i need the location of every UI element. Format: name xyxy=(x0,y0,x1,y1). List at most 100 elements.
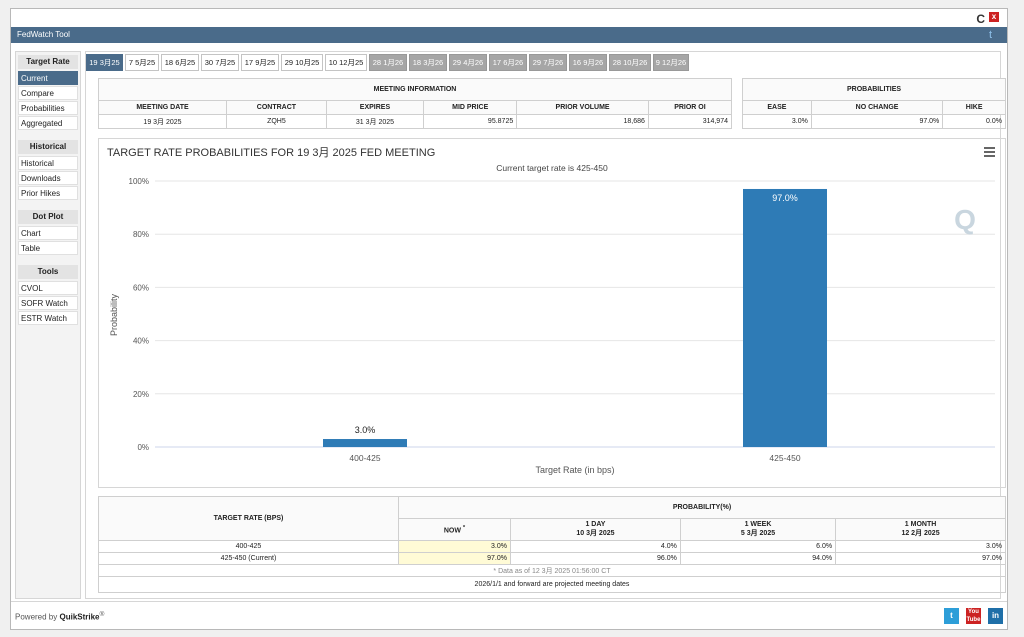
app-title: FedWatch Tool xyxy=(17,30,70,39)
refresh-icon[interactable]: C xyxy=(976,12,985,26)
tab-meeting[interactable]: 29 7月26 xyxy=(529,54,567,71)
projected-note: 2026/1/1 and forward are projected meeti… xyxy=(98,576,1006,593)
x-tick-label: 400-425 xyxy=(349,453,380,463)
meeting-info-header: MEETING INFORMATION xyxy=(98,78,732,101)
x-axis-label: Target Rate (in bps) xyxy=(535,465,614,475)
now-cell: 3.0% xyxy=(398,540,511,553)
y-tick-label: 40% xyxy=(133,337,149,346)
sidebar-item-table[interactable]: Table xyxy=(18,241,78,255)
tab-meeting[interactable]: 19 3月25 xyxy=(86,54,123,71)
tab-meeting[interactable]: 18 6月25 xyxy=(161,54,199,71)
rate-cell: 425-450 (Current) xyxy=(98,552,399,565)
sidebar-item-probabilities[interactable]: Probabilities xyxy=(18,101,78,115)
y-axis-ticks: 0% 20% 40% 60% 80% 100% xyxy=(129,177,149,452)
week-cell: 6.0% xyxy=(679,540,837,553)
tab-meeting[interactable]: 10 12月25 xyxy=(325,54,367,71)
chart-bars xyxy=(323,188,827,448)
twitter-icon[interactable]: t xyxy=(989,29,1001,41)
sidebar-header-target-rate: Target Rate xyxy=(18,55,78,69)
bar-labels: 3.0% 97.0% xyxy=(355,193,798,435)
contract-value: ZQH5 xyxy=(226,114,327,129)
meeting-date-value: 19 3月 2025 xyxy=(97,114,228,129)
sidebar-header-historical: Historical xyxy=(18,140,78,154)
close-icon[interactable]: x xyxy=(989,12,999,22)
sidebar-item-compare[interactable]: Compare xyxy=(18,86,78,100)
quikstrike-logo: Q xyxy=(954,204,976,235)
bar-value-label: 3.0% xyxy=(355,425,376,435)
col-meeting-date: MEETING DATE xyxy=(97,100,228,115)
rate-cell: 400-425 xyxy=(98,540,399,553)
col-prior-oi: PRIOR OI xyxy=(647,100,733,115)
twitter-share-icon[interactable]: t xyxy=(944,608,959,624)
probability-chart: TARGET RATE PROBABILITIES FOR 19 3月 2025… xyxy=(98,138,1006,488)
col-target-rate: TARGET RATE (BPS) xyxy=(98,496,399,541)
tab-meeting[interactable]: 16 9月26 xyxy=(569,54,607,71)
day-cell: 4.0% xyxy=(510,540,681,553)
table-row: 400-425 3.0% 4.0% 6.0% 3.0% xyxy=(98,540,1006,553)
now-cell: 97.0% xyxy=(398,552,511,565)
youtube-icon[interactable]: You Tube xyxy=(966,608,981,624)
sidebar-item-current[interactable]: Current xyxy=(18,71,78,85)
top-toolbar: C x xyxy=(11,9,1007,27)
tab-meeting[interactable]: 29 4月26 xyxy=(449,54,487,71)
col-hike: HIKE xyxy=(942,100,1006,115)
probability-table: TARGET RATE (BPS) PROBABILITY(%) NOW * 1… xyxy=(98,496,1006,593)
day-cell: 96.0% xyxy=(510,552,681,565)
probabilities-table: PROBABILITIES EASE NO CHANGE HIKE 3.0% 9… xyxy=(742,78,1006,129)
table-row: 425-450 (Current) 97.0% 96.0% 94.0% 97.0… xyxy=(98,552,1006,565)
probabilities-header: PROBABILITIES xyxy=(742,78,1006,101)
week-cell: 94.0% xyxy=(679,552,837,565)
ease-value: 3.0% xyxy=(742,114,812,129)
footer: Powered by QuikStrike® t You Tube in xyxy=(11,601,1007,631)
sidebar-item-aggregated[interactable]: Aggregated xyxy=(18,116,78,130)
tab-meeting[interactable]: 9 12月26 xyxy=(653,54,689,71)
y-tick-label: 80% xyxy=(133,230,149,239)
bar xyxy=(323,439,407,447)
col-1-month: 1 MONTH 12 2月 2025 xyxy=(835,518,1006,541)
app-window: C x FedWatch Tool t Target Rate Current … xyxy=(10,8,1008,630)
col-no-change: NO CHANGE xyxy=(810,100,944,115)
tab-meeting[interactable]: 30 7月25 xyxy=(201,54,239,71)
tab-meeting[interactable]: 28 10月26 xyxy=(609,54,651,71)
meeting-info-table: MEETING INFORMATION MEETING DATE CONTRAC… xyxy=(97,78,733,129)
sidebar-item-prior-hikes[interactable]: Prior Hikes xyxy=(18,186,78,200)
x-axis-ticks: 400-425 425-450 xyxy=(349,453,800,463)
col-ease: EASE xyxy=(742,100,812,115)
linkedin-icon[interactable]: in xyxy=(988,608,1003,624)
quikstrike-link[interactable]: QuikStrike xyxy=(59,613,99,622)
expires-value: 31 3月 2025 xyxy=(325,114,425,129)
tab-meeting[interactable]: 18 3月26 xyxy=(409,54,447,71)
y-tick-label: 100% xyxy=(129,177,149,186)
data-note: * Data as of 12 3月 2025 01:56:00 CT xyxy=(98,564,1006,577)
prior-oi-value: 314,974 xyxy=(647,114,733,129)
hike-value: 0.0% xyxy=(942,114,1006,129)
tab-meeting[interactable]: 7 5月25 xyxy=(125,54,159,71)
prior-volume-value: 18,686 xyxy=(516,114,649,129)
sidebar-item-chart[interactable]: Chart xyxy=(18,226,78,240)
sidebar-header-tools: Tools xyxy=(18,265,78,279)
sidebar-item-sofr-watch[interactable]: SOFR Watch xyxy=(18,296,78,310)
sidebar-item-downloads[interactable]: Downloads xyxy=(18,171,78,185)
month-cell: 3.0% xyxy=(835,540,1006,553)
main-panel: 19 3月25 7 5月25 18 6月25 30 7月25 17 9月25 2… xyxy=(85,51,1006,599)
chart-plot: 0% 20% 40% 60% 80% 100% 3.0% 97.0% 400-425 425-… xyxy=(109,177,995,475)
col-expires: EXPIRES xyxy=(325,100,425,115)
sidebar-item-historical[interactable]: Historical xyxy=(18,156,78,170)
sidebar: Target Rate Current Compare Probabilitie… xyxy=(15,51,81,599)
chart-grid xyxy=(155,180,995,448)
bar xyxy=(743,188,827,448)
month-cell: 97.0% xyxy=(835,552,1006,565)
mid-price-value: 95.8725 xyxy=(423,114,518,129)
tab-meeting[interactable]: 17 9月25 xyxy=(241,54,279,71)
tab-meeting[interactable]: 28 1月26 xyxy=(369,54,407,71)
powered-by: Powered by QuikStrike® xyxy=(15,611,105,622)
sidebar-item-cvol[interactable]: CVOL xyxy=(18,281,78,295)
col-now: NOW * xyxy=(398,518,511,541)
sidebar-header-dot-plot: Dot Plot xyxy=(18,210,78,224)
col-prior-volume: PRIOR VOLUME xyxy=(516,100,649,115)
svg-text:Q: Q xyxy=(954,204,976,235)
no-change-value: 97.0% xyxy=(810,114,944,129)
sidebar-item-estr-watch[interactable]: ESTR Watch xyxy=(18,311,78,325)
tab-meeting[interactable]: 17 6月26 xyxy=(489,54,527,71)
tab-meeting[interactable]: 29 10月25 xyxy=(281,54,323,71)
